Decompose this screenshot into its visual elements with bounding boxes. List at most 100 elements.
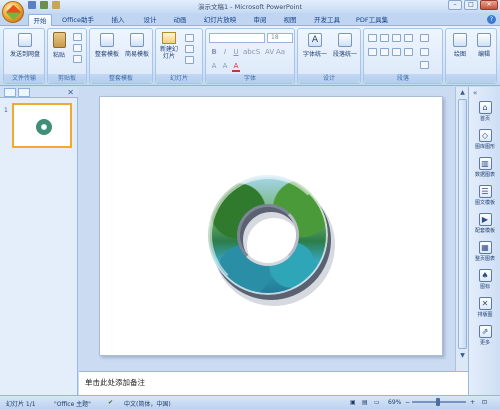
- editing-button[interactable]: 编辑: [472, 33, 496, 58]
- tab-insert[interactable]: 插入: [106, 14, 130, 26]
- group-label: 整套模板: [90, 74, 152, 83]
- simple-template-button[interactable]: 简易模板: [122, 33, 152, 58]
- smartart-icon[interactable]: [420, 61, 429, 69]
- close-pane-icon[interactable]: ✕: [67, 88, 74, 97]
- minimize-button[interactable]: –: [448, 0, 462, 10]
- italic-icon[interactable]: I: [221, 48, 229, 56]
- panel-expand-icon[interactable]: «: [473, 89, 477, 97]
- tab-design[interactable]: 设计: [138, 14, 162, 26]
- underline-icon[interactable]: U: [232, 48, 240, 56]
- slide-thumbnail[interactable]: [12, 103, 72, 148]
- font-unify-icon: A: [308, 33, 322, 47]
- justify-icon[interactable]: [404, 48, 413, 56]
- scroll-down-icon[interactable]: ▼: [458, 351, 467, 360]
- panel-item-full-charts[interactable]: ▦ 整页图表: [471, 241, 499, 262]
- delete-slide-icon[interactable]: [185, 56, 194, 64]
- panel-item-home[interactable]: ⌂ 首页: [471, 101, 499, 122]
- panel-item-charts[interactable]: ▥ 数据图表: [471, 157, 499, 178]
- panel-item-text-templates[interactable]: ☰ 图文模板: [471, 185, 499, 206]
- slides-tab[interactable]: [4, 88, 16, 97]
- bold-icon[interactable]: B: [210, 48, 218, 56]
- normal-view-icon[interactable]: ▣: [350, 399, 356, 406]
- numbering-icon[interactable]: [380, 34, 389, 42]
- simple-template-icon: [130, 33, 144, 47]
- align-right-icon[interactable]: [392, 48, 401, 56]
- zoom-slider[interactable]: [412, 398, 466, 406]
- thumbnail-ring-image: [36, 119, 52, 135]
- decrease-indent-icon[interactable]: [392, 34, 401, 42]
- tab-pdf-tools[interactable]: PDF工具集: [350, 14, 394, 26]
- group-slides: 新建幻灯片 幻灯片: [155, 28, 203, 84]
- tab-home[interactable]: 开始: [28, 14, 52, 26]
- shapes-icon: [453, 33, 467, 47]
- group-font: 18 B I U abc S AV Aa A A A 字体: [205, 28, 295, 84]
- unify-font-button[interactable]: A 字体统一: [300, 33, 330, 58]
- paragraph-unify-icon: [338, 33, 352, 47]
- slides-pane-tabs: ✕: [0, 87, 78, 98]
- font-color-icon[interactable]: A: [232, 62, 240, 72]
- tab-developer[interactable]: 开发工具: [308, 14, 346, 26]
- text-direction-icon[interactable]: [420, 34, 429, 42]
- maximize-button[interactable]: □: [464, 0, 478, 10]
- notes-pane[interactable]: 单击此处添加备注: [79, 371, 468, 395]
- shadow-icon[interactable]: S: [254, 48, 262, 56]
- panel-item-graphics[interactable]: ◇ 图库图形: [471, 129, 499, 150]
- group-label: [446, 74, 496, 83]
- strikethrough-icon[interactable]: abc: [243, 48, 256, 56]
- font-size-select[interactable]: 18: [267, 33, 293, 43]
- panel-item-icons[interactable]: ♠ 图标: [471, 269, 499, 290]
- paste-button[interactable]: 粘贴: [50, 32, 68, 59]
- tab-office-assistant[interactable]: Office助手: [58, 14, 98, 26]
- bullets-icon[interactable]: [368, 34, 377, 42]
- copy-icon[interactable]: [73, 44, 82, 52]
- slide-show-icon[interactable]: ▭: [374, 399, 380, 406]
- case-icon[interactable]: Aa: [276, 48, 285, 56]
- binoculars-icon: [477, 33, 491, 47]
- help-icon[interactable]: ?: [487, 15, 496, 24]
- full-template-button[interactable]: 整套模板: [92, 33, 122, 58]
- close-button[interactable]: ✕: [480, 0, 498, 10]
- align-text-icon[interactable]: [420, 48, 429, 56]
- spellcheck-icon[interactable]: ✔: [108, 399, 113, 406]
- office-logo-icon: [5, 4, 21, 20]
- panel-item-matching-templates[interactable]: ▶ 配套模板: [471, 213, 499, 234]
- align-left-icon[interactable]: [368, 48, 377, 56]
- tab-animations[interactable]: 动画: [168, 14, 192, 26]
- spacing-icon[interactable]: AV: [265, 48, 274, 56]
- panel-item-layout[interactable]: ✕ 排版图: [471, 297, 499, 318]
- new-slide-icon: [162, 32, 176, 44]
- slide-sorter-icon[interactable]: ▤: [362, 399, 368, 406]
- slide[interactable]: [99, 96, 443, 356]
- zoom-slider-knob[interactable]: [436, 398, 440, 406]
- ring-picture[interactable]: [208, 175, 335, 306]
- layout-icon[interactable]: [185, 34, 194, 42]
- zoom-level[interactable]: 69%: [388, 399, 401, 406]
- scroll-thumb[interactable]: [458, 99, 467, 349]
- increase-indent-icon[interactable]: [404, 34, 413, 42]
- language-status[interactable]: 中文(简体，中国): [124, 399, 171, 408]
- panel-item-more[interactable]: ⇗ 更多: [471, 325, 499, 346]
- group-templates: 整套模板 简易模板 整套模板: [89, 28, 153, 84]
- grow-font-icon[interactable]: A: [210, 62, 218, 72]
- send-to-netdisk-button[interactable]: 发送到网盘: [6, 33, 44, 58]
- tab-slide-show[interactable]: 幻灯片放映: [198, 14, 242, 26]
- zoom-out-icon[interactable]: −: [405, 399, 410, 406]
- align-center-icon[interactable]: [380, 48, 389, 56]
- font-name-select[interactable]: [209, 33, 265, 43]
- fit-to-window-icon[interactable]: ⊡: [482, 399, 487, 406]
- vertical-scrollbar[interactable]: ▲ ▼: [455, 87, 468, 371]
- cut-icon[interactable]: [73, 33, 82, 41]
- slide-canvas-area: [79, 87, 468, 371]
- drawing-button[interactable]: 绘图: [448, 33, 472, 58]
- shrink-font-icon[interactable]: A: [221, 62, 229, 72]
- scroll-up-icon[interactable]: ▲: [458, 88, 467, 97]
- office-button[interactable]: [2, 1, 24, 23]
- reset-icon[interactable]: [185, 45, 194, 53]
- tab-view[interactable]: 视图: [278, 14, 302, 26]
- outline-tab[interactable]: [18, 88, 30, 97]
- unify-paragraph-button[interactable]: 段落统一: [330, 33, 360, 58]
- tab-review[interactable]: 审阅: [248, 14, 272, 26]
- zoom-in-icon[interactable]: +: [470, 399, 475, 406]
- new-slide-button[interactable]: 新建幻灯片: [158, 32, 180, 60]
- format-painter-icon[interactable]: [73, 55, 82, 63]
